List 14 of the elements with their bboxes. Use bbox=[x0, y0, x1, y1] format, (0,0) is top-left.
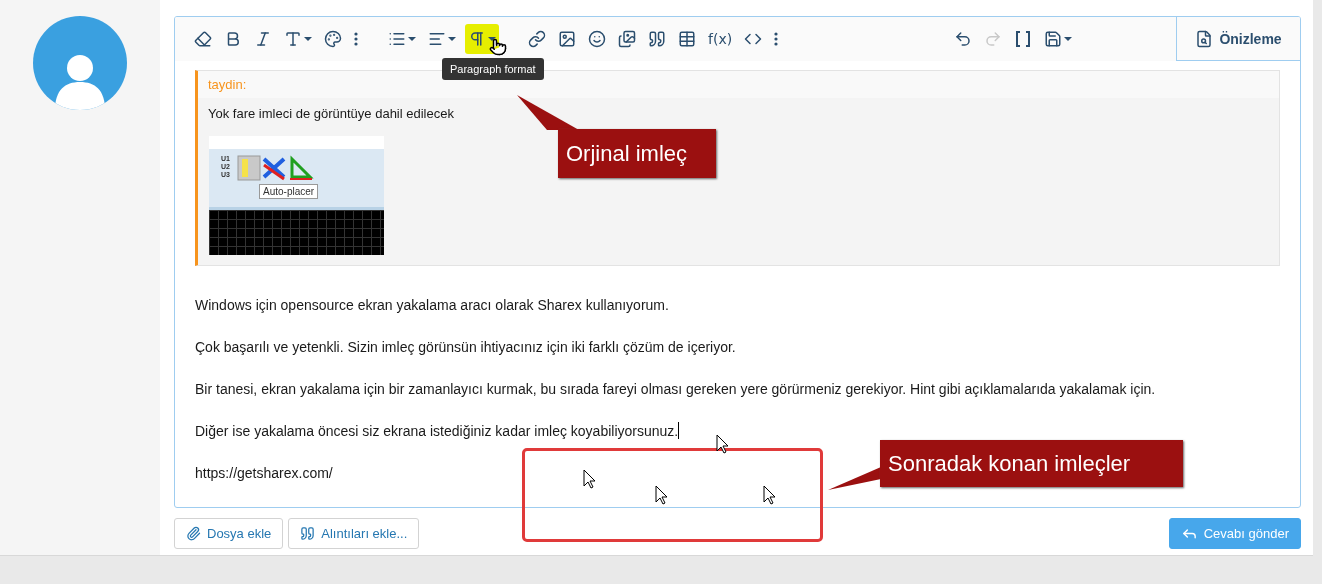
message-paragraph: https://getsharex.com/ bbox=[195, 464, 333, 482]
callout-label: Orjinal imleç bbox=[558, 129, 716, 178]
message-paragraph: Diğer ise yakalama öncesi siz ekrana istediğiniz kadar imleç koyabiliyorsunuz. bbox=[195, 422, 680, 440]
message-paragraph: Bir tanesi, ekran yakalama için bir zamanlayıcı kurmak, bu sırada fareyi olması gereken yere görürmeniz gerekiyor. Hint gibi açıklamalarıda yakalamak için. bbox=[195, 380, 1156, 398]
tooltip: Auto-placer bbox=[259, 184, 319, 199]
preview-button[interactable]: Önizleme bbox=[1176, 17, 1300, 61]
quote-text: Yok fare imleci de görüntüye dahil edilecek bbox=[207, 105, 455, 123]
submit-reply-button[interactable]: Cevabı gönder bbox=[1168, 518, 1301, 549]
insert-quotes-button[interactable]: Alıntıları ekle... bbox=[288, 518, 420, 549]
message-paragraph: Çok başarılı ve yetenkli. Sizin imleç görünsün ihtiyacınız için iki farklı çözüm de içeriyor. bbox=[195, 338, 736, 356]
formula-button[interactable]: f(x) bbox=[705, 24, 736, 54]
callout-label: Sonradak konan imleçler bbox=[880, 440, 1183, 487]
attach-file-button[interactable]: Dosya ekle bbox=[174, 518, 284, 549]
message-paragraph: Windows için opensource ekran yakalama aracı olarak Sharex kullanıyorum. bbox=[195, 296, 669, 314]
